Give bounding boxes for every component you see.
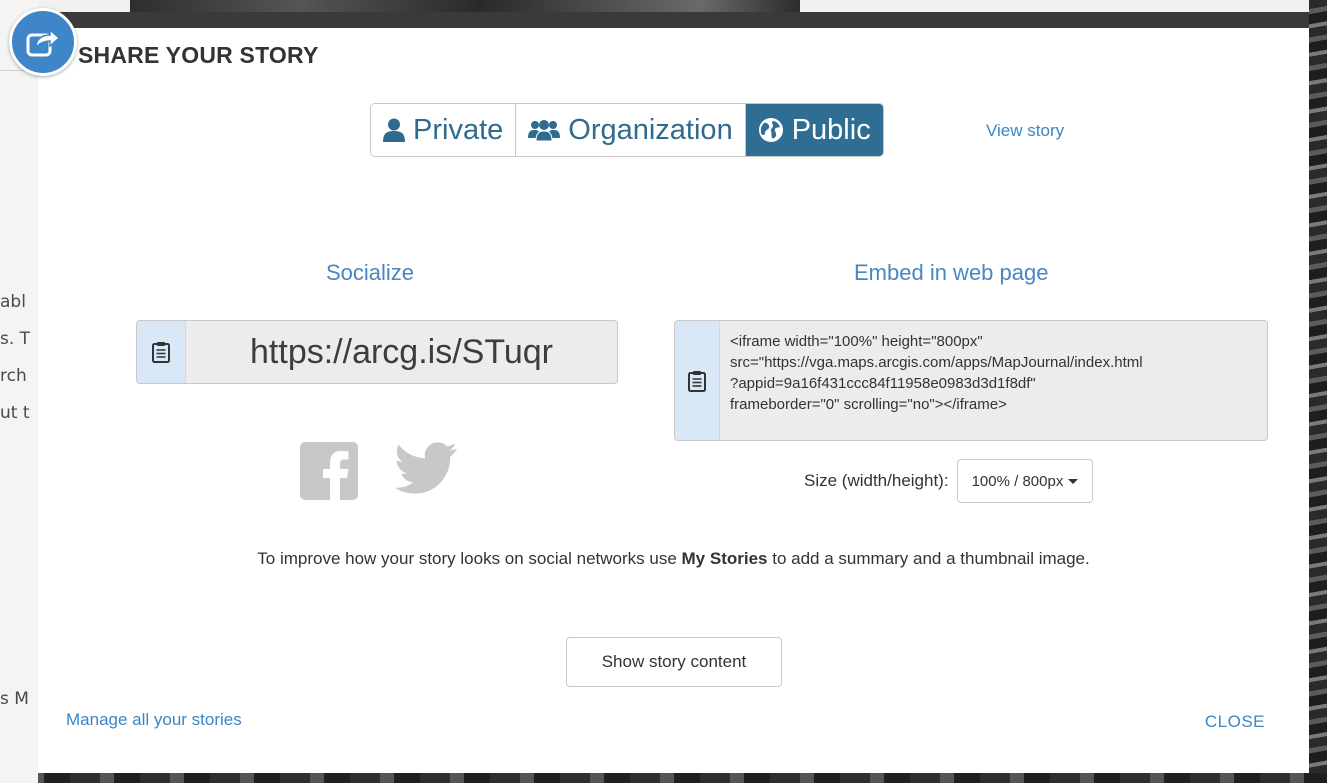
embed-code-line: frameborder="0" scrolling="no"></iframe> xyxy=(730,396,1007,413)
clipboard-icon xyxy=(152,342,170,363)
caret-down-icon xyxy=(1068,478,1079,484)
manage-stories-link[interactable]: Manage all your stories xyxy=(66,710,242,730)
background-text-fragment: s M xyxy=(0,689,29,709)
embed-code-text: <iframe width="100%" height="800px" src=… xyxy=(720,321,1267,440)
visibility-organization-button[interactable]: Organization xyxy=(515,104,745,156)
share-dialog: SHARE YOUR STORY Private Organization Pu… xyxy=(38,28,1309,773)
size-label: Size (width/height): xyxy=(804,471,949,490)
view-story-link[interactable]: View story xyxy=(986,121,1064,141)
visibility-private-label: Private xyxy=(413,113,504,146)
visibility-organization-label: Organization xyxy=(568,113,733,146)
tip-text-end: to add a summary and a thumbnail image. xyxy=(767,549,1090,568)
background-header-strip xyxy=(0,0,1327,12)
dialog-title: SHARE YOUR STORY xyxy=(78,42,319,68)
group-icon xyxy=(528,120,561,141)
short-link-field[interactable]: https://arcg.is/STuqr xyxy=(136,320,618,384)
share-badge xyxy=(9,8,77,76)
size-dropdown[interactable]: 100% / 800px xyxy=(956,459,1094,503)
clipboard-icon xyxy=(688,370,706,392)
embed-code-line: src="https://vga.maps.arcgis.com/apps/Ma… xyxy=(730,354,1143,371)
user-icon xyxy=(383,118,405,142)
background-left-panel: abl s. T rch ut t s M xyxy=(0,0,38,783)
facebook-icon xyxy=(300,442,358,500)
tip-text: To improve how your story looks on socia… xyxy=(257,549,682,568)
close-button[interactable]: CLOSE xyxy=(1205,712,1265,732)
copy-link-button[interactable] xyxy=(137,321,186,383)
background-text-fragment: ut t xyxy=(0,403,30,423)
show-story-content-button[interactable]: Show story content xyxy=(566,637,782,687)
social-tip: To improve how your story looks on socia… xyxy=(38,549,1309,569)
twitter-icon xyxy=(395,442,457,494)
visibility-private-button[interactable]: Private xyxy=(371,104,516,156)
facebook-share-button[interactable] xyxy=(300,442,358,500)
embed-code-line: <iframe width="100%" height="800px" xyxy=(730,333,983,350)
share-icon xyxy=(26,28,60,57)
visibility-public-button[interactable]: Public xyxy=(744,104,883,156)
background-text-fragment: s. T xyxy=(0,329,31,349)
visibility-toggle: Private Organization Public xyxy=(370,103,884,157)
copy-embed-button[interactable] xyxy=(675,321,720,440)
short-link-text: https://arcg.is/STuqr xyxy=(250,332,553,371)
embed-size-row: Size (width/height): 100% / 800px xyxy=(804,459,1094,503)
globe-icon xyxy=(758,118,783,142)
embed-code-line: ?appid=9a16f431ccc84f11958e0983d3d1f8df" xyxy=(730,375,1036,392)
size-value: 100% / 800px xyxy=(971,472,1064,490)
embed-code-field[interactable]: <iframe width="100%" height="800px" src=… xyxy=(674,320,1268,441)
background-text-fragment: abl xyxy=(0,292,26,312)
background-text-fragment: rch xyxy=(0,366,27,386)
visibility-public-label: Public xyxy=(791,113,871,146)
embed-heading: Embed in web page xyxy=(854,260,1049,285)
background-photo-bottom xyxy=(0,773,1327,783)
socialize-heading: Socialize xyxy=(326,260,415,285)
my-stories-emphasis: My Stories xyxy=(681,549,768,568)
twitter-share-button[interactable] xyxy=(395,442,457,496)
background-photo-edge xyxy=(1309,0,1327,783)
